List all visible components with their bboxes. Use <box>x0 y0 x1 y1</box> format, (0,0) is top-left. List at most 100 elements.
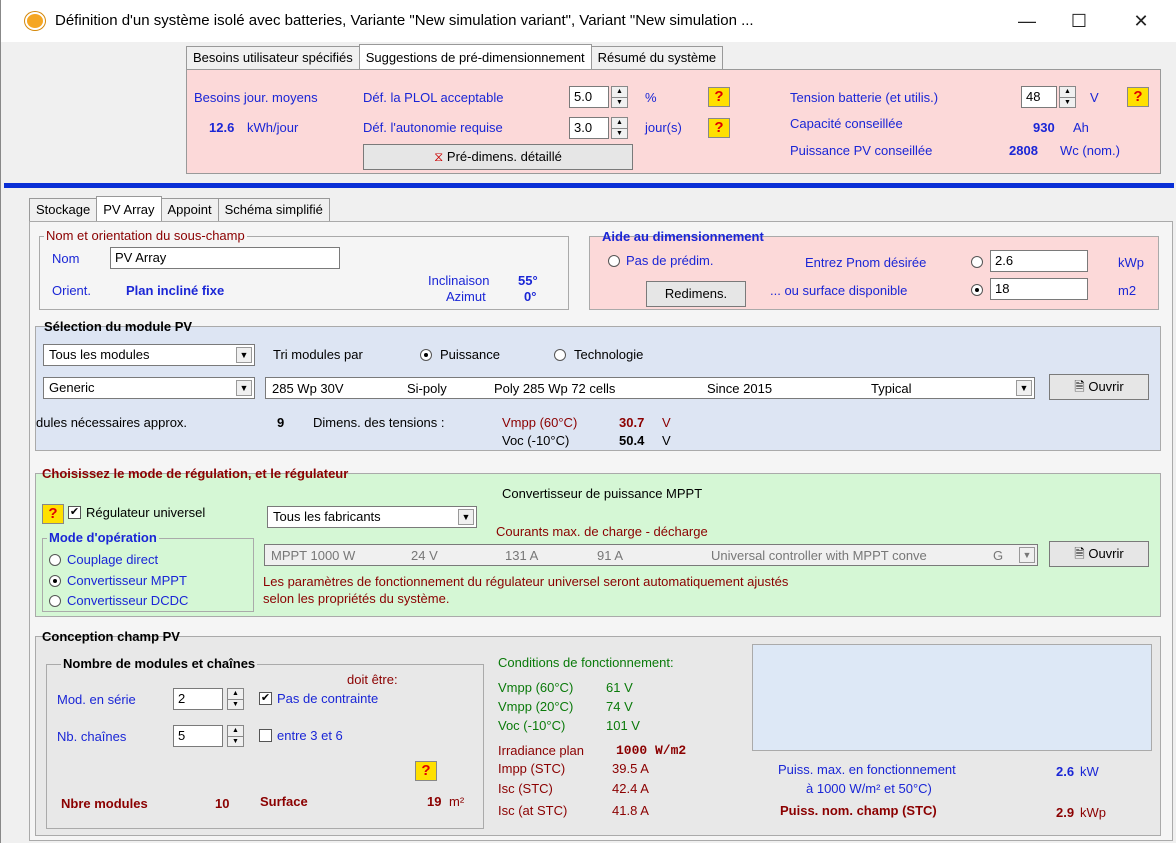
vmpp-unit: V <box>662 415 671 430</box>
module-filter-value: Tous les modules <box>49 347 150 362</box>
mode-direct-radio[interactable] <box>49 554 61 566</box>
sort-label: Tri modules par <box>273 347 363 362</box>
range-label: entre 3 et 6 <box>277 728 343 743</box>
plol-help-button[interactable]: ? <box>708 87 730 107</box>
surface-label: Surface <box>260 794 308 809</box>
autonomy-input[interactable]: 3.0 <box>569 117 609 139</box>
tab-user-needs[interactable]: Besoins utilisateur spécifiés <box>186 46 360 69</box>
no-constraint-checkbox[interactable]: ✔ <box>259 692 272 705</box>
strings-label: Nb. chaînes <box>57 729 127 744</box>
array-help-button[interactable]: ? <box>415 761 437 781</box>
regulation-help-button[interactable]: ? <box>42 504 64 524</box>
strings-spinner[interactable]: ▲ ▼ <box>227 725 244 747</box>
stc-row-value: 41.8 A <box>612 803 649 818</box>
tab-storage[interactable]: Stockage <box>29 198 98 221</box>
controller-description: Universal controller with MPPT conve <box>711 548 927 563</box>
area-unit: m2 <box>1118 283 1137 298</box>
pv-power-value: 2808 <box>1009 143 1038 158</box>
tilt-value: 55° <box>518 273 538 288</box>
controller-select[interactable]: MPPT 1000 W 24 V 131 A 91 A Universal co… <box>264 544 1038 566</box>
op-row-value: 61 V <box>606 680 633 695</box>
approx-label: dules nécessaires approx. <box>36 415 188 430</box>
op-row-value: 101 V <box>606 718 640 733</box>
plol-label: Déf. la PLOL acceptable <box>363 90 504 105</box>
voltage-help-button[interactable]: ? <box>1127 87 1149 107</box>
detailed-presizing-button[interactable]: ⧖ Pré-dimens. détaillé <box>363 144 633 170</box>
module-select[interactable]: 285 Wp 30V Si-poly Poly 285 Wp 72 cells … <box>265 377 1035 399</box>
universal-regulator-checkbox[interactable]: ✔ <box>68 506 81 519</box>
sort-power-radio[interactable] <box>420 349 432 361</box>
regulator-manufacturer-select[interactable]: Tous les fabricants ▼ <box>267 506 477 528</box>
mode-dcdc-radio[interactable] <box>49 595 61 607</box>
tab-presizing[interactable]: Suggestions de pré-dimensionnement <box>358 44 592 69</box>
manufacturer-select[interactable]: Generic ▼ <box>43 377 255 399</box>
plol-unit: % <box>645 90 657 105</box>
stc-row-value: 39.5 A <box>612 761 649 776</box>
autonomy-help-button[interactable]: ? <box>708 118 730 138</box>
array-design-legend: Conception champ PV <box>42 629 180 644</box>
name-label: Nom <box>52 251 80 266</box>
nmodules-label: Nbre modules <box>61 796 148 811</box>
controller-charge-current: 131 A <box>505 548 539 563</box>
area-input[interactable]: 18 <box>990 278 1088 300</box>
chart-icon: ⧖ <box>434 149 447 164</box>
separator-bar <box>4 183 1174 188</box>
module-since: Since 2015 <box>707 381 773 396</box>
sort-tech-label: Technologie <box>574 347 644 362</box>
modules-strings-group: Nombre de modules et chaînes doit être: … <box>46 656 484 829</box>
close-button[interactable]: ✕ <box>1121 6 1161 36</box>
area-radio[interactable] <box>971 284 983 296</box>
subfield-name-input[interactable]: PV Array <box>110 247 340 269</box>
autonomy-unit: jour(s) <box>645 120 682 135</box>
main-window: Définition d'un système isolé avec batte… <box>0 0 1176 843</box>
tab-system-summary[interactable]: Résumé du système <box>590 46 724 69</box>
operation-mode-group: Mode d'opération Couplage direct Convert… <box>42 530 254 612</box>
minimize-button[interactable]: — <box>1007 6 1047 36</box>
voltage-input[interactable]: 48 <box>1021 86 1057 108</box>
pv-power-unit: Wc (nom.) <box>1060 143 1120 158</box>
regulation-legend: Choisissez le mode de régulation, et le … <box>42 466 349 481</box>
op-conditions-title: Conditions de fonctionnement: <box>498 655 674 670</box>
no-presizing-radio[interactable] <box>608 255 620 267</box>
title-bar: Définition d'un système isolé avec batte… <box>1 0 1176 42</box>
needs-value: 12.6 <box>209 120 235 135</box>
sizing-help-legend: Aide au dimensionnement <box>602 229 764 244</box>
series-input[interactable]: 2 <box>173 688 223 710</box>
tab-backup[interactable]: Appoint <box>160 198 219 221</box>
range-checkbox[interactable] <box>259 729 272 742</box>
tab-schema[interactable]: Schéma simplifié <box>217 198 330 221</box>
azimuth-label: Azimut <box>446 289 486 304</box>
strings-input[interactable]: 5 <box>173 725 223 747</box>
pnom-array-unit: kWp <box>1080 805 1106 820</box>
controller-name: MPPT 1000 W <box>271 548 356 563</box>
plol-spinner[interactable]: ▲ ▼ <box>611 86 628 108</box>
open-module-button[interactable]: 🗎 Ouvrir <box>1049 374 1149 400</box>
pnom-radio[interactable] <box>971 256 983 268</box>
op-row-label: Vmpp (60°C) <box>498 680 574 695</box>
open-controller-button[interactable]: 🗎 Ouvrir <box>1049 541 1149 567</box>
mode-mppt-radio[interactable] <box>49 575 61 587</box>
voc-label: Voc (-10°C) <box>502 433 570 448</box>
voltage-spinner[interactable]: ▲ ▼ <box>1059 86 1076 108</box>
voltages-label: Dimens. des tensions : <box>313 415 445 430</box>
operation-mode-legend: Mode d'opération <box>47 530 159 545</box>
autonomy-spinner[interactable]: ▲ ▼ <box>611 117 628 139</box>
maximize-button[interactable]: ☐ <box>1059 6 1099 36</box>
open-controller-label: Ouvrir <box>1088 546 1124 561</box>
pnom-input[interactable]: 2.6 <box>990 250 1088 272</box>
sort-tech-radio[interactable] <box>554 349 566 361</box>
orient-value: Plan incliné fixe <box>126 283 225 298</box>
pnom-unit: kWp <box>1118 255 1144 270</box>
orient-label: Orient. <box>52 283 92 298</box>
pmax-unit: kW <box>1080 764 1099 779</box>
chevron-down-icon: ▼ <box>1016 380 1032 396</box>
modules-strings-legend: Nombre de modules et chaînes <box>61 656 258 671</box>
window-title: Définition d'un système isolé avec batte… <box>55 12 754 29</box>
tab-pv-array[interactable]: PV Array <box>96 196 162 221</box>
irradiance-value: 1000 W/m2 <box>616 743 687 758</box>
approx-value: 9 <box>277 415 285 430</box>
plol-input[interactable]: 5.0 <box>569 86 609 108</box>
module-filter-select[interactable]: Tous les modules ▼ <box>43 344 255 366</box>
series-spinner[interactable]: ▲ ▼ <box>227 688 244 710</box>
resize-button[interactable]: Redimens. <box>646 281 746 307</box>
